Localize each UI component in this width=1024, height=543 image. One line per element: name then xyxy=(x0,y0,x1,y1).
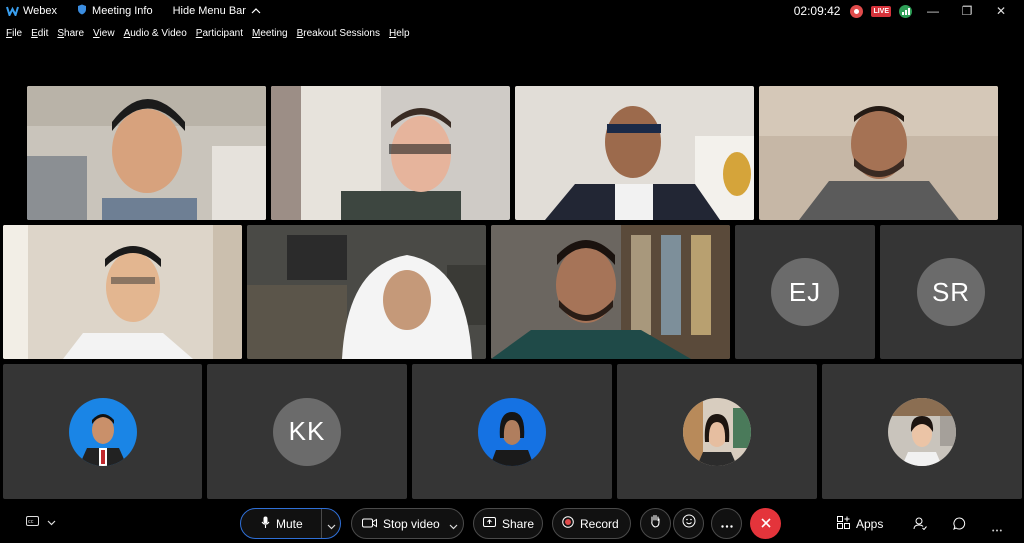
participant-video xyxy=(247,225,486,359)
more-horizontal-icon xyxy=(720,515,733,533)
stop-video-label: Stop video xyxy=(383,516,440,531)
reactions-button[interactable] xyxy=(673,508,704,539)
close-window-button[interactable]: ✕ xyxy=(988,4,1014,18)
hide-menu-bar-label: Hide Menu Bar xyxy=(172,5,246,17)
participant-video xyxy=(515,86,754,220)
record-button[interactable]: Record xyxy=(552,508,631,539)
participant-tile[interactable] xyxy=(617,364,817,499)
mute-button[interactable]: Mute xyxy=(240,508,341,539)
leave-meeting-button[interactable] xyxy=(750,508,781,539)
smiley-icon xyxy=(682,514,696,533)
mute-label: Mute xyxy=(276,516,303,531)
recording-indicator-icon xyxy=(850,4,864,18)
avatar-initials-kk: KK xyxy=(273,397,341,466)
menu-meeting[interactable]: Meeting xyxy=(252,28,288,39)
share-screen-icon xyxy=(483,516,496,531)
participant-video xyxy=(491,225,730,359)
participant-video-tile[interactable] xyxy=(27,86,266,220)
svg-text:cc: cc xyxy=(28,519,34,525)
menu-bar: File Edit Share View Audio & Video Parti… xyxy=(0,24,410,42)
microphone-icon xyxy=(261,516,270,532)
record-label: Record xyxy=(580,516,619,531)
apps-grid-icon xyxy=(837,516,850,532)
closed-captions-button[interactable]: cc xyxy=(26,515,56,529)
participant-video-tile[interactable] xyxy=(515,86,754,220)
chevron-down-icon xyxy=(47,515,56,529)
participant-video-tile[interactable] xyxy=(491,225,730,359)
apps-label: Apps xyxy=(856,517,884,531)
avatar-initials-sr: SR xyxy=(917,258,985,326)
avatar xyxy=(478,397,546,466)
webex-logo-icon xyxy=(6,6,19,16)
participant-video xyxy=(271,86,510,220)
more-horizontal-icon xyxy=(992,521,1002,535)
participant-tile[interactable] xyxy=(412,364,612,499)
app-name: Webex xyxy=(23,5,58,17)
shield-icon xyxy=(77,4,87,18)
avatar xyxy=(888,397,956,466)
chevron-up-icon xyxy=(251,5,261,17)
captions-icon: cc xyxy=(26,515,39,529)
video-camera-icon xyxy=(362,517,377,531)
stop-video-button[interactable]: Stop video xyxy=(351,508,464,539)
apps-button[interactable]: Apps xyxy=(837,516,883,532)
meeting-info-button[interactable]: Meeting Info xyxy=(77,4,153,18)
more-options-button[interactable] xyxy=(711,508,742,539)
participants-icon xyxy=(913,517,927,533)
avatar xyxy=(683,397,751,466)
meeting-timer: 02:09:42 xyxy=(793,4,841,18)
participant-video xyxy=(3,225,242,359)
menu-help[interactable]: Help xyxy=(389,28,410,39)
menu-breakout-sessions[interactable]: Breakout Sessions xyxy=(297,28,380,39)
participant-video-tile[interactable] xyxy=(247,225,486,359)
participant-video xyxy=(759,86,998,220)
network-health-icon[interactable] xyxy=(899,4,912,18)
menu-edit[interactable]: Edit xyxy=(31,28,48,39)
share-button[interactable]: Share xyxy=(473,508,543,539)
hand-icon xyxy=(650,514,661,533)
meeting-info-label: Meeting Info xyxy=(92,5,153,17)
participant-tile-ej[interactable]: EJ xyxy=(735,225,875,359)
title-bar: Webex Meeting Info Hide Menu Bar 02:09:4… xyxy=(0,0,1024,22)
participant-video xyxy=(27,86,266,220)
participant-video-tile[interactable] xyxy=(271,86,510,220)
chat-bubble-icon xyxy=(953,517,966,533)
menu-share[interactable]: Share xyxy=(57,28,84,39)
audio-options-chevron-icon[interactable] xyxy=(327,519,336,533)
more-panels-button[interactable] xyxy=(992,521,1002,535)
chat-button[interactable] xyxy=(953,517,966,533)
live-badge: LIVE xyxy=(871,5,891,17)
hide-menu-bar-button[interactable]: Hide Menu Bar xyxy=(173,5,261,17)
participant-tile[interactable] xyxy=(3,364,202,499)
webex-app: Webex xyxy=(6,5,57,17)
close-icon xyxy=(760,515,771,533)
participant-video-tile[interactable] xyxy=(3,225,242,359)
participants-button[interactable] xyxy=(913,517,927,533)
video-options-chevron-icon[interactable] xyxy=(449,519,458,533)
minimize-button[interactable]: — xyxy=(920,4,946,18)
avatar-initials-ej: EJ xyxy=(771,258,839,326)
participant-tile-kk[interactable]: KK xyxy=(207,364,407,499)
menu-file[interactable]: File xyxy=(6,28,22,39)
raise-hand-button[interactable] xyxy=(640,508,671,539)
avatar xyxy=(68,397,137,466)
share-label: Share xyxy=(502,516,535,531)
participant-tile-sr[interactable]: SR xyxy=(880,225,1022,359)
menu-audio-video[interactable]: Audio & Video xyxy=(124,28,187,39)
participant-tile[interactable] xyxy=(822,364,1022,499)
menu-participant[interactable]: Participant xyxy=(196,28,243,39)
participant-video-tile[interactable] xyxy=(759,86,998,220)
restore-button[interactable]: ❐ xyxy=(954,4,980,18)
record-icon xyxy=(562,516,574,531)
menu-view[interactable]: View xyxy=(93,28,115,39)
